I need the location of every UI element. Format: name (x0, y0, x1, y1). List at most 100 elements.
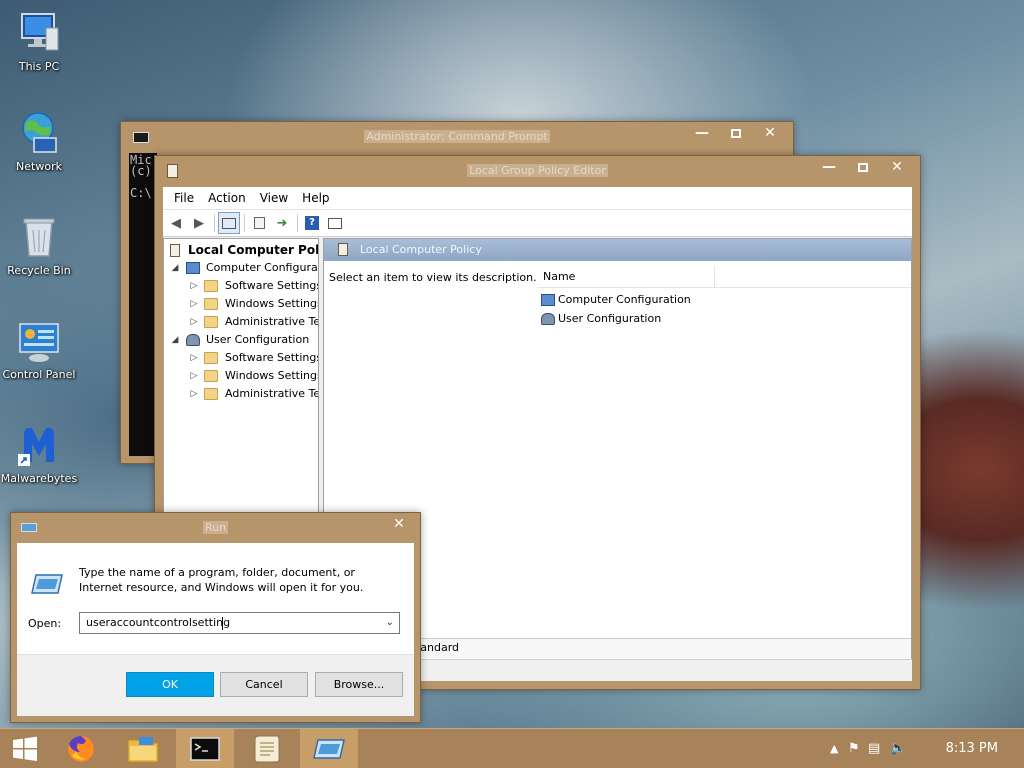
clock[interactable]: 8:13 PM (946, 741, 998, 756)
collapse-arrow-icon: ◢ (171, 335, 179, 345)
properties-button[interactable] (248, 212, 270, 234)
open-input-value[interactable]: useraccountcontrolsetting (86, 616, 230, 629)
desktop-icon-network[interactable]: Network (0, 110, 78, 173)
back-button[interactable]: ◀ (165, 212, 187, 234)
column-divider[interactable] (714, 266, 715, 288)
desktop-icon-label: Recycle Bin (7, 264, 71, 277)
export-list-button[interactable]: ➜ (271, 212, 293, 234)
folder-icon (204, 370, 218, 382)
tree-node-computer-software-settings[interactable]: ▷ Software Settings (164, 277, 318, 295)
column-header-name[interactable]: Name (543, 270, 575, 283)
start-button[interactable] (0, 729, 50, 768)
expand-arrow-icon: ▷ (190, 299, 198, 309)
malwarebytes-icon (16, 422, 62, 468)
desktop-icon-malwarebytes[interactable]: Malwarebytes (0, 422, 78, 485)
close-icon: ✕ (393, 516, 405, 532)
toolbar-separator (214, 214, 215, 232)
taskbar-group-policy-editor[interactable] (238, 729, 296, 768)
taskbar-file-explorer[interactable] (114, 729, 172, 768)
description-text: Select an item to view its description. (329, 271, 537, 284)
desktop-icon-label: This PC (18, 60, 60, 73)
tree-node-label: Software Settings (225, 351, 319, 364)
minimize-icon: — (822, 159, 836, 175)
tree-node-computer-configuration[interactable]: ◢ Computer Configuration (164, 259, 318, 277)
toolbar: ◀ ▶ ➜ ? (163, 209, 912, 237)
tree-node-computer-windows-settings[interactable]: ▷ Windows Settings (164, 295, 318, 313)
action-center-flag-icon[interactable]: ⚑ (848, 741, 860, 756)
ok-button[interactable]: OK (126, 672, 214, 697)
toolbar-separator (244, 214, 245, 232)
taskbar-run[interactable] (300, 729, 358, 768)
tree-node-user-configuration[interactable]: ◢ User Configuration (164, 331, 318, 349)
taskbar: ▲ ⚑ ▤ 🔈 8:13 PM (0, 728, 1024, 768)
close-button[interactable]: ✕ (880, 156, 914, 178)
title-bar[interactable]: Local Group Policy Editor — ✕ (155, 156, 920, 186)
close-button[interactable]: ✕ (382, 513, 416, 535)
text-cursor (222, 617, 223, 630)
folder-icon (204, 316, 218, 328)
tree-node-user-windows-settings[interactable]: ▷ Windows Settings (164, 367, 318, 385)
console-output[interactable]: Mic (c) C:\ (129, 153, 157, 456)
details-header-title: Local Computer Policy (360, 243, 482, 256)
tree-node-user-software-settings[interactable]: ▷ Software Settings (164, 349, 318, 367)
user-config-icon (186, 334, 200, 346)
title-bar[interactable]: Run ✕ (11, 513, 420, 543)
folder-explorer-icon (127, 737, 159, 763)
folder-icon (204, 280, 218, 292)
recycle-bin-icon (16, 214, 62, 260)
maximize-button[interactable] (846, 156, 880, 178)
show-hide-console-tree-button[interactable] (218, 212, 240, 234)
menu-action[interactable]: Action (201, 191, 253, 205)
chevron-down-icon[interactable]: ⌄ (386, 613, 394, 633)
taskbar-firefox[interactable] (52, 729, 110, 768)
maximize-icon (731, 128, 741, 138)
tree-node-user-administrative-templates[interactable]: ▷ Administrative Templates (164, 385, 318, 403)
menu-help[interactable]: Help (295, 191, 336, 205)
desktop-icon-control-panel[interactable]: Control Panel (0, 318, 78, 381)
list-item-label: User Configuration (558, 312, 662, 325)
run-description: Type the name of a program, folder, docu… (79, 566, 364, 594)
tree-node-label: Administrative Templates (225, 315, 318, 328)
menu-view[interactable]: View (253, 191, 295, 205)
this-pc-icon (16, 10, 62, 56)
console-line: (c) (130, 164, 152, 178)
details-header: Local Computer Policy (324, 239, 911, 261)
run-dialog[interactable]: Run ✕ Type the name of a program, folder… (10, 512, 421, 723)
expand-arrow-icon: ▷ (190, 389, 198, 399)
close-button[interactable]: ✕ (753, 122, 787, 144)
title-bar[interactable]: Administrator: Command Prompt — ✕ (121, 122, 793, 152)
tree-node-label: Windows Settings (225, 297, 319, 310)
help-button[interactable]: ? (301, 212, 323, 234)
tree-node-label: Administrative Templates (225, 387, 318, 400)
export-list-icon: ➜ (276, 215, 288, 231)
forward-button[interactable]: ▶ (188, 212, 210, 234)
show-hidden-icons-arrow-icon[interactable]: ▲ (830, 742, 838, 755)
folder-icon (204, 388, 218, 400)
tree-node-label: Software Settings (225, 279, 319, 292)
open-combobox[interactable]: useraccountcontrolsetting ⌄ (79, 612, 400, 634)
minimize-button[interactable]: — (812, 156, 846, 178)
command-prompt-icon (190, 737, 220, 761)
list-header: Name (537, 266, 911, 288)
minimize-button[interactable]: — (685, 122, 719, 144)
browse-button[interactable]: Browse... (315, 672, 403, 697)
network-tray-icon[interactable]: ▤ (868, 741, 880, 756)
tree-node-root[interactable]: Local Computer Policy (164, 241, 318, 259)
properties-icon (253, 217, 265, 229)
tree-node-computer-administrative-templates[interactable]: ▷ Administrative Templates (164, 313, 318, 331)
minimize-icon: — (695, 125, 709, 141)
desktop-icon-recycle-bin[interactable]: Recycle Bin (0, 214, 78, 277)
tree-node-label: User Configuration (206, 333, 310, 346)
volume-icon[interactable]: 🔈 (890, 741, 906, 756)
maximize-button[interactable] (719, 122, 753, 144)
desktop-icon-this-pc[interactable]: This PC (0, 10, 78, 73)
menu-file[interactable]: File (167, 191, 201, 205)
show-action-pane-button[interactable] (324, 212, 346, 234)
run-program-icon (31, 573, 63, 598)
window-title: Local Group Policy Editor (467, 164, 608, 177)
maximize-icon (858, 162, 868, 172)
console-line: C:\ (130, 186, 152, 200)
close-icon: ✕ (891, 159, 903, 175)
cancel-button[interactable]: Cancel (220, 672, 308, 697)
taskbar-command-prompt[interactable] (176, 729, 234, 768)
